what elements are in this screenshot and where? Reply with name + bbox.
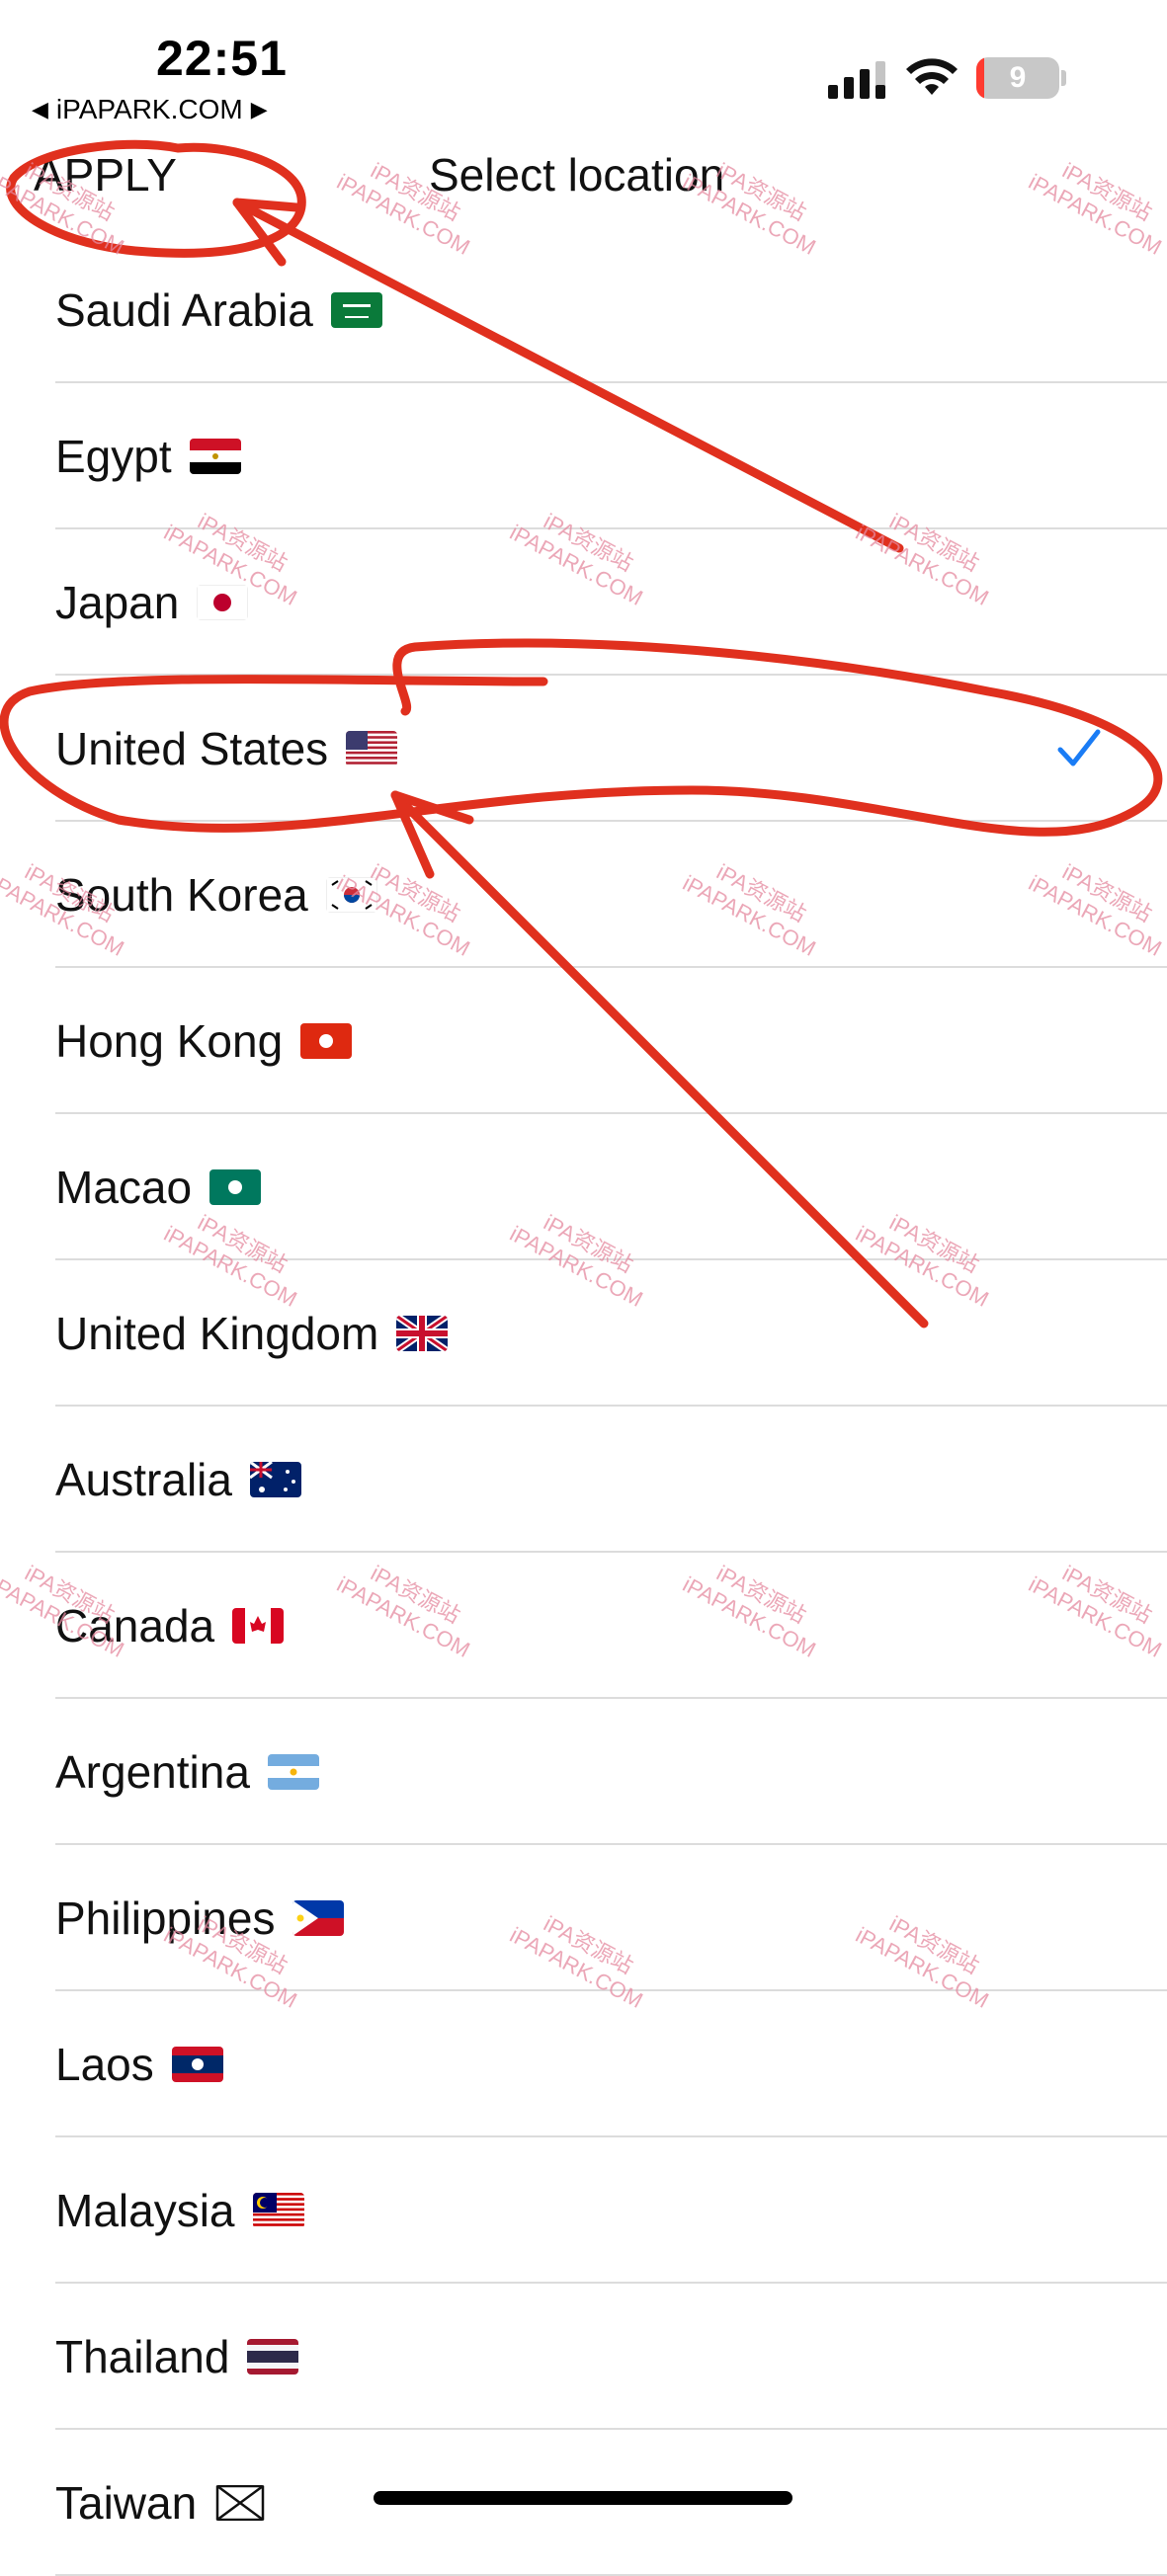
page-title: Select location xyxy=(429,149,725,201)
flag-tw-icon xyxy=(214,2485,266,2521)
location-name: Australia xyxy=(55,1454,232,1505)
location-row-au[interactable]: Australia xyxy=(0,1407,1167,1553)
location-row-ph[interactable]: Philippines xyxy=(0,1845,1167,1991)
flag-th-icon xyxy=(247,2339,299,2375)
flag-ar-icon xyxy=(267,1754,319,1790)
battery-nub xyxy=(1061,70,1066,86)
location-list: Saudi Arabia Egypt Japan United States South… xyxy=(0,237,1167,2576)
location-row-hk[interactable]: Hong Kong xyxy=(0,968,1167,1114)
flag-us-icon xyxy=(346,731,398,766)
signal-icon xyxy=(828,61,885,99)
location-row-ca[interactable]: Canada xyxy=(0,1553,1167,1699)
flag-jp-icon xyxy=(197,585,249,620)
back-triangle-icon: ◀ xyxy=(32,97,48,121)
location-name: United States xyxy=(55,723,329,774)
flag-kr-icon xyxy=(325,877,377,913)
wifi-icon xyxy=(906,58,958,95)
location-name: Philippines xyxy=(55,1892,276,1944)
flag-gb-icon xyxy=(396,1316,449,1351)
home-indicator xyxy=(374,2491,792,2505)
location-name: Egypt xyxy=(55,431,172,482)
location-row-my[interactable]: Malaysia xyxy=(0,2137,1167,2284)
back-to-app-link[interactable]: ◀ iPAPARK.COM ▶ xyxy=(32,94,268,125)
location-name: Macao xyxy=(55,1162,193,1213)
forward-triangle-icon: ▶ xyxy=(250,97,268,121)
location-name: Saudi Arabia xyxy=(55,284,313,336)
location-row-gb[interactable]: United Kingdom xyxy=(0,1260,1167,1407)
status-time: 22:51 xyxy=(156,31,288,86)
flag-eg-icon xyxy=(189,439,241,474)
location-row-mo[interactable]: Macao xyxy=(0,1114,1167,1260)
flag-ph-icon xyxy=(292,1900,345,1936)
location-name: Malaysia xyxy=(55,2185,235,2236)
location-row-th[interactable]: Thailand xyxy=(0,2284,1167,2430)
watermark-line-1: iPA资源站 xyxy=(1058,157,1156,226)
location-name: Thailand xyxy=(55,2331,230,2382)
back-link-label: iPAPARK.COM xyxy=(55,94,243,124)
flag-my-icon xyxy=(252,2193,304,2228)
location-row-eg[interactable]: Egypt xyxy=(0,383,1167,529)
location-name: Taiwan xyxy=(55,2477,198,2529)
flag-mo-icon xyxy=(209,1169,262,1205)
flag-la-icon xyxy=(171,2047,223,2082)
location-name: Hong Kong xyxy=(55,1015,284,1067)
apply-button[interactable]: APPLY xyxy=(34,148,177,201)
battery-icon: 9 xyxy=(976,57,1059,99)
location-row-la[interactable]: Laos xyxy=(0,1991,1167,2137)
flag-hk-icon xyxy=(300,1023,353,1059)
checkmark-icon xyxy=(1057,729,1101,766)
location-row-jp[interactable]: Japan xyxy=(0,529,1167,676)
location-row-ar[interactable]: Argentina xyxy=(0,1699,1167,1845)
location-name: South Korea xyxy=(55,869,308,921)
location-row-kr[interactable]: South Korea xyxy=(0,822,1167,968)
flag-au-icon xyxy=(249,1462,301,1497)
location-row-sa[interactable]: Saudi Arabia xyxy=(0,237,1167,383)
location-name: Laos xyxy=(55,2039,154,2090)
location-name: United Kingdom xyxy=(55,1308,379,1359)
flag-sa-icon xyxy=(330,292,382,328)
location-name: Japan xyxy=(55,577,180,628)
location-name: Canada xyxy=(55,1600,215,1651)
flag-ca-icon xyxy=(232,1608,285,1644)
location-row-us[interactable]: United States xyxy=(0,676,1167,822)
location-name: Argentina xyxy=(55,1746,250,1798)
battery-percentage: 9 xyxy=(1009,61,1027,94)
